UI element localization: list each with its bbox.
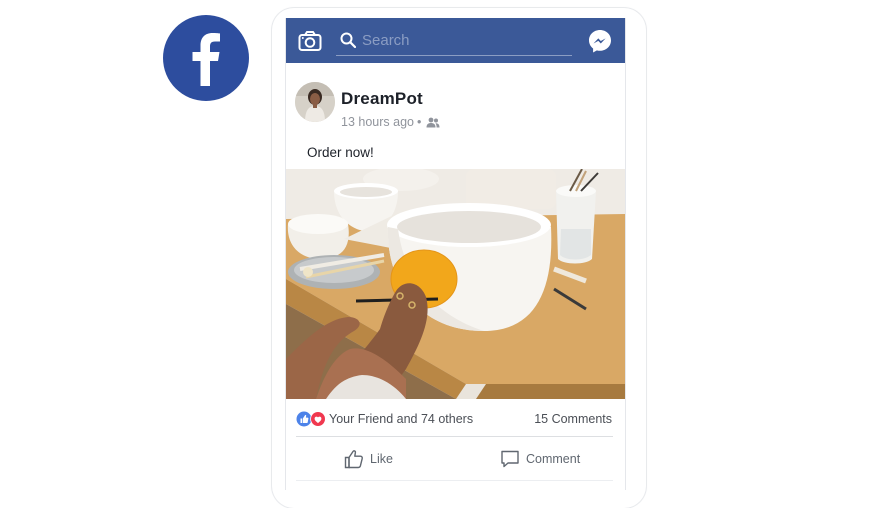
comment-button[interactable]: Comment <box>500 442 580 476</box>
search-icon <box>340 32 356 48</box>
reaction-icons[interactable] <box>296 411 328 427</box>
bottom-divider <box>296 480 613 481</box>
messenger-icon[interactable] <box>587 28 613 54</box>
avatar[interactable] <box>295 82 335 122</box>
post-image[interactable] <box>286 167 625 399</box>
post-text: Order now! <box>307 145 374 160</box>
like-label: Like <box>370 452 393 466</box>
love-reaction-icon <box>310 411 326 427</box>
meta-separator: • <box>416 115 422 129</box>
comment-icon <box>501 450 519 468</box>
search-bar[interactable] <box>336 27 572 56</box>
post-meta: 13 hours ago • <box>341 115 440 129</box>
comments-count[interactable]: 15 Comments <box>534 412 612 426</box>
camera-icon[interactable] <box>298 30 322 52</box>
like-reaction-icon <box>296 411 312 427</box>
top-bar <box>286 18 625 63</box>
post-header: DreamPot 13 hours ago • Order now! <box>286 63 625 169</box>
comment-label: Comment <box>526 452 581 466</box>
search-input[interactable] <box>362 30 562 50</box>
phone-screen: DreamPot 13 hours ago • Order now! <box>285 18 626 490</box>
reactions-summary[interactable]: Your Friend and 74 others <box>329 412 473 426</box>
friends-icon <box>426 117 440 127</box>
post-timestamp[interactable]: 13 hours ago <box>341 115 414 129</box>
reactions-row: Your Friend and 74 others 15 Comments <box>286 399 625 439</box>
facebook-logo-icon <box>163 15 249 101</box>
post-author[interactable]: DreamPot <box>341 89 423 109</box>
divider <box>296 436 613 437</box>
like-icon <box>344 450 363 469</box>
like-button[interactable]: Like <box>344 442 393 476</box>
